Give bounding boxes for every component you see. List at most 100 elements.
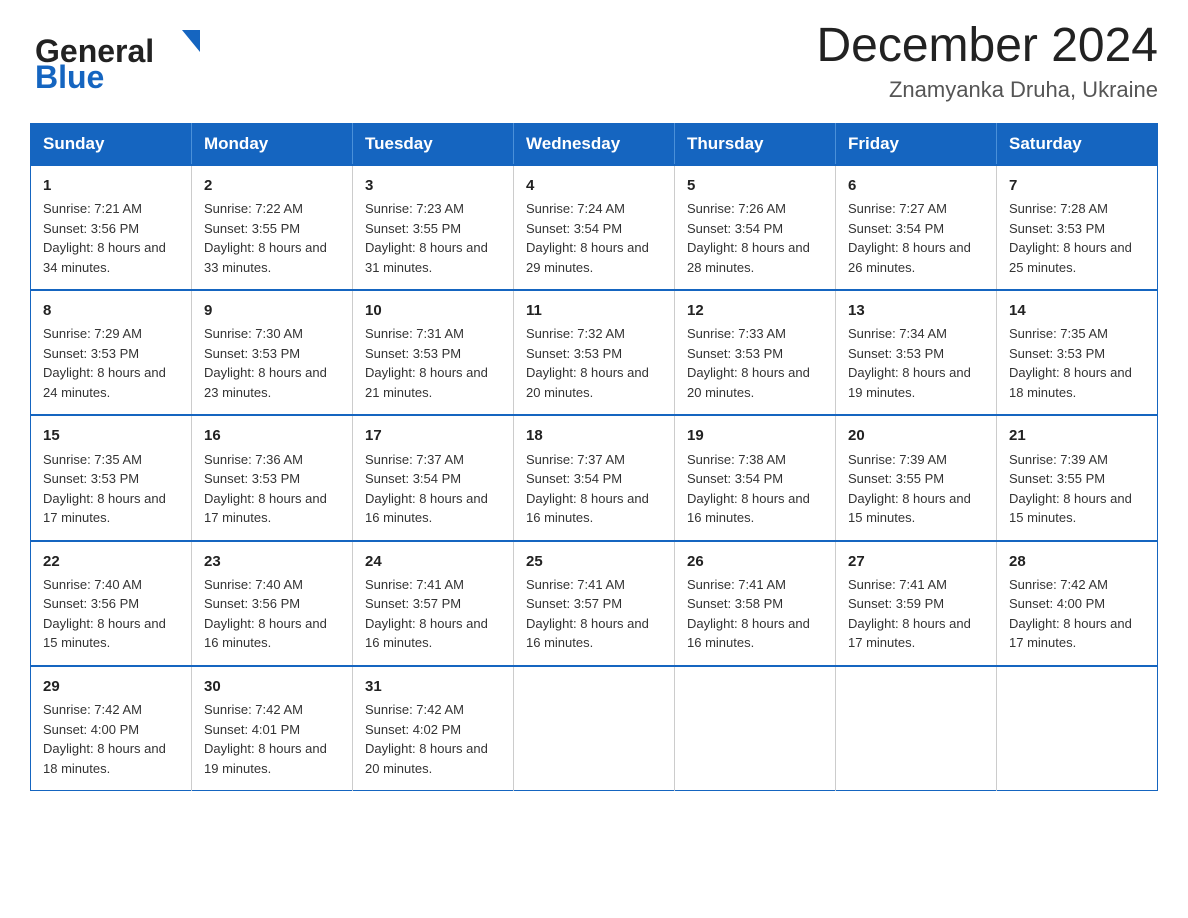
day-number: 5 [687, 174, 823, 197]
day-number: 15 [43, 424, 179, 447]
day-info: Sunrise: 7:42 AMSunset: 4:02 PMDaylight:… [365, 700, 501, 778]
day-info: Sunrise: 7:40 AMSunset: 3:56 PMDaylight:… [204, 575, 340, 653]
calendar-day-23: 23Sunrise: 7:40 AMSunset: 3:56 PMDayligh… [192, 541, 353, 666]
day-number: 3 [365, 174, 501, 197]
calendar-day-31: 31Sunrise: 7:42 AMSunset: 4:02 PMDayligh… [353, 666, 514, 791]
day-info: Sunrise: 7:26 AMSunset: 3:54 PMDaylight:… [687, 199, 823, 277]
calendar-week-3: 15 Sunrise: 7:35 AMSunset: 3:53 PMDayligh… [31, 415, 1158, 540]
day-info: Sunrise: 7:38 AMSunset: 3:54 PMDaylight:… [687, 450, 823, 528]
day-info: Sunrise: 7:39 AMSunset: 3:55 PMDaylight:… [1009, 450, 1145, 528]
location: Znamyanka Druha, Ukraine [816, 77, 1158, 103]
calendar-table: Sunday Monday Tuesday Wednesday Thursday… [30, 123, 1158, 791]
day-info: Sunrise: 7:42 AMSunset: 4:01 PMDaylight:… [204, 700, 340, 778]
calendar-day-6: 6Sunrise: 7:27 AMSunset: 3:54 PMDaylight… [836, 165, 997, 290]
month-title: December 2024 [816, 20, 1158, 73]
calendar-day-17: 17 Sunrise: 7:37 AMSunset: 3:54 PMDayligh… [353, 415, 514, 540]
day-number: 23 [204, 550, 340, 573]
day-info: Sunrise: 7:42 AMSunset: 4:00 PMDaylight:… [1009, 575, 1145, 653]
page-header: General Blue December 2024 Znamyanka Dru… [30, 20, 1158, 103]
col-thursday: Thursday [675, 123, 836, 165]
day-number: 17 [365, 424, 501, 447]
day-info: Sunrise: 7:33 AMSunset: 3:53 PMDaylight:… [687, 324, 823, 402]
day-number: 16 [204, 424, 340, 447]
calendar-day-29: 29Sunrise: 7:42 AMSunset: 4:00 PMDayligh… [31, 666, 192, 791]
day-number: 29 [43, 675, 179, 698]
empty-cell [675, 666, 836, 791]
day-number: 7 [1009, 174, 1145, 197]
day-number: 20 [848, 424, 984, 447]
day-info: Sunrise: 7:35 AMSunset: 3:53 PMDaylight:… [1009, 324, 1145, 402]
day-number: 26 [687, 550, 823, 573]
calendar-day-24: 24Sunrise: 7:41 AMSunset: 3:57 PMDayligh… [353, 541, 514, 666]
calendar-header-row: Sunday Monday Tuesday Wednesday Thursday… [31, 123, 1158, 165]
col-wednesday: Wednesday [514, 123, 675, 165]
calendar-week-5: 29Sunrise: 7:42 AMSunset: 4:00 PMDayligh… [31, 666, 1158, 791]
calendar-day-3: 3Sunrise: 7:23 AMSunset: 3:55 PMDaylight… [353, 165, 514, 290]
svg-text:Blue: Blue [35, 59, 104, 95]
calendar-day-28: 28Sunrise: 7:42 AMSunset: 4:00 PMDayligh… [997, 541, 1158, 666]
calendar-day-11: 11Sunrise: 7:32 AMSunset: 3:53 PMDayligh… [514, 290, 675, 415]
day-number: 2 [204, 174, 340, 197]
day-info: Sunrise: 7:41 AMSunset: 3:57 PMDaylight:… [365, 575, 501, 653]
col-saturday: Saturday [997, 123, 1158, 165]
day-info: Sunrise: 7:41 AMSunset: 3:58 PMDaylight:… [687, 575, 823, 653]
day-info: Sunrise: 7:37 AMSunset: 3:54 PMDaylight:… [526, 450, 662, 528]
calendar-day-2: 2Sunrise: 7:22 AMSunset: 3:55 PMDaylight… [192, 165, 353, 290]
day-info: Sunrise: 7:24 AMSunset: 3:54 PMDaylight:… [526, 199, 662, 277]
col-tuesday: Tuesday [353, 123, 514, 165]
calendar-week-2: 8Sunrise: 7:29 AMSunset: 3:53 PMDaylight… [31, 290, 1158, 415]
day-number: 18 [526, 424, 662, 447]
day-number: 27 [848, 550, 984, 573]
col-friday: Friday [836, 123, 997, 165]
day-number: 21 [1009, 424, 1145, 447]
day-info: Sunrise: 7:41 AMSunset: 3:57 PMDaylight:… [526, 575, 662, 653]
empty-cell [997, 666, 1158, 791]
day-number: 28 [1009, 550, 1145, 573]
day-number: 9 [204, 299, 340, 322]
day-info: Sunrise: 7:31 AMSunset: 3:53 PMDaylight:… [365, 324, 501, 402]
calendar-day-22: 22Sunrise: 7:40 AMSunset: 3:56 PMDayligh… [31, 541, 192, 666]
day-number: 14 [1009, 299, 1145, 322]
day-number: 12 [687, 299, 823, 322]
day-info: Sunrise: 7:37 AMSunset: 3:54 PMDaylight:… [365, 450, 501, 528]
calendar-day-26: 26Sunrise: 7:41 AMSunset: 3:58 PMDayligh… [675, 541, 836, 666]
calendar-day-20: 20 Sunrise: 7:39 AMSunset: 3:55 PMDayligh… [836, 415, 997, 540]
day-number: 11 [526, 299, 662, 322]
calendar-day-10: 10Sunrise: 7:31 AMSunset: 3:53 PMDayligh… [353, 290, 514, 415]
calendar-day-5: 5Sunrise: 7:26 AMSunset: 3:54 PMDaylight… [675, 165, 836, 290]
calendar-day-12: 12Sunrise: 7:33 AMSunset: 3:53 PMDayligh… [675, 290, 836, 415]
day-number: 10 [365, 299, 501, 322]
calendar-day-4: 4Sunrise: 7:24 AMSunset: 3:54 PMDaylight… [514, 165, 675, 290]
day-info: Sunrise: 7:22 AMSunset: 3:55 PMDaylight:… [204, 199, 340, 277]
calendar-day-30: 30Sunrise: 7:42 AMSunset: 4:01 PMDayligh… [192, 666, 353, 791]
calendar-day-1: 1Sunrise: 7:21 AMSunset: 3:56 PMDaylight… [31, 165, 192, 290]
calendar-day-7: 7Sunrise: 7:28 AMSunset: 3:53 PMDaylight… [997, 165, 1158, 290]
day-info: Sunrise: 7:39 AMSunset: 3:55 PMDaylight:… [848, 450, 984, 528]
day-info: Sunrise: 7:36 AMSunset: 3:53 PMDaylight:… [204, 450, 340, 528]
day-number: 13 [848, 299, 984, 322]
empty-cell [514, 666, 675, 791]
day-info: Sunrise: 7:30 AMSunset: 3:53 PMDaylight:… [204, 324, 340, 402]
day-number: 4 [526, 174, 662, 197]
day-number: 6 [848, 174, 984, 197]
col-sunday: Sunday [31, 123, 192, 165]
calendar-day-16: 16 Sunrise: 7:36 AMSunset: 3:53 PMDayligh… [192, 415, 353, 540]
calendar-day-15: 15 Sunrise: 7:35 AMSunset: 3:53 PMDayligh… [31, 415, 192, 540]
day-number: 22 [43, 550, 179, 573]
day-info: Sunrise: 7:32 AMSunset: 3:53 PMDaylight:… [526, 324, 662, 402]
day-info: Sunrise: 7:29 AMSunset: 3:53 PMDaylight:… [43, 324, 179, 402]
calendar-day-25: 25Sunrise: 7:41 AMSunset: 3:57 PMDayligh… [514, 541, 675, 666]
day-info: Sunrise: 7:35 AMSunset: 3:53 PMDaylight:… [43, 450, 179, 528]
calendar-day-9: 9Sunrise: 7:30 AMSunset: 3:53 PMDaylight… [192, 290, 353, 415]
day-number: 19 [687, 424, 823, 447]
day-number: 8 [43, 299, 179, 322]
day-number: 31 [365, 675, 501, 698]
day-info: Sunrise: 7:34 AMSunset: 3:53 PMDaylight:… [848, 324, 984, 402]
title-area: December 2024 Znamyanka Druha, Ukraine [816, 20, 1158, 103]
day-number: 30 [204, 675, 340, 698]
calendar-day-14: 14Sunrise: 7:35 AMSunset: 3:53 PMDayligh… [997, 290, 1158, 415]
calendar-day-8: 8Sunrise: 7:29 AMSunset: 3:53 PMDaylight… [31, 290, 192, 415]
calendar-week-4: 22 Sunrise: 7:40 AMSunset: 3:56 PMDayligh… [31, 541, 1158, 666]
calendar-day-19: 19 Sunrise: 7:38 AMSunset: 3:54 PMDayligh… [675, 415, 836, 540]
logo: General Blue [30, 20, 220, 95]
